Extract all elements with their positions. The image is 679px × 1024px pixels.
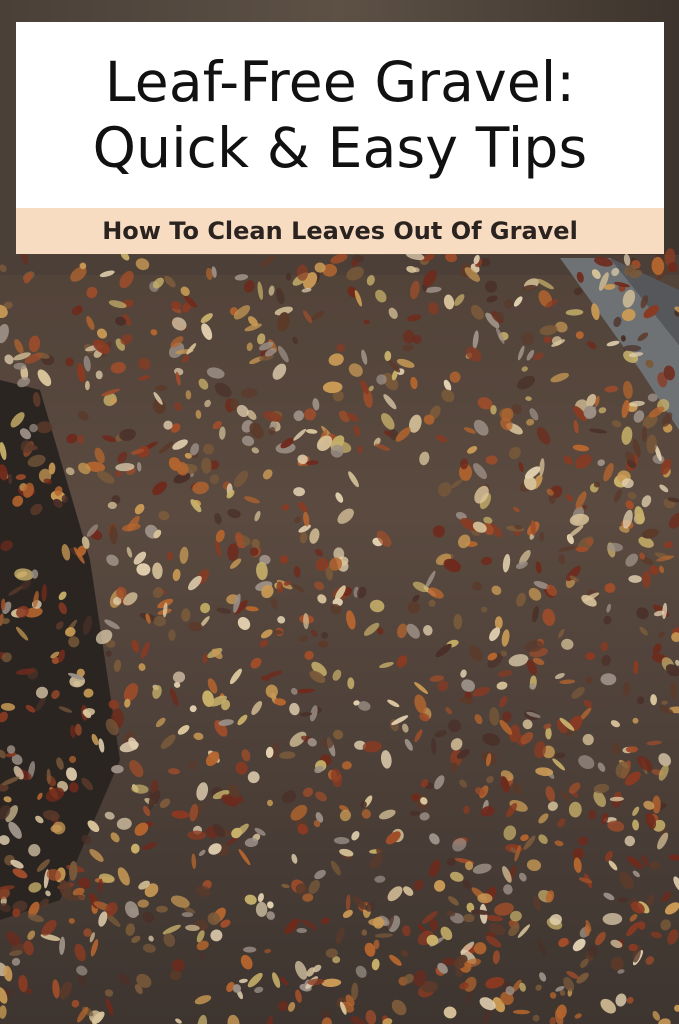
leaf <box>409 810 421 816</box>
title-line-2: Quick & Easy Tips <box>92 116 588 180</box>
leaf <box>84 380 90 391</box>
leaf <box>600 673 617 686</box>
subtitle-text: How To Clean Leaves Out Of Gravel <box>102 217 578 245</box>
leaf <box>243 946 257 953</box>
leaf <box>463 913 475 923</box>
leaf <box>494 616 503 630</box>
leaf <box>115 470 122 477</box>
leaf <box>156 905 168 913</box>
leaf <box>255 901 268 917</box>
title-line-1: Leaf-Free Gravel: <box>104 50 576 114</box>
leaf <box>13 362 27 370</box>
leaf <box>28 844 41 857</box>
title-panel: Leaf-Free Gravel: Quick & Easy Tips <box>16 22 664 208</box>
leaf <box>31 569 39 579</box>
leaf <box>168 629 176 641</box>
subtitle-band: How To Clean Leaves Out Of Gravel <box>16 208 664 254</box>
